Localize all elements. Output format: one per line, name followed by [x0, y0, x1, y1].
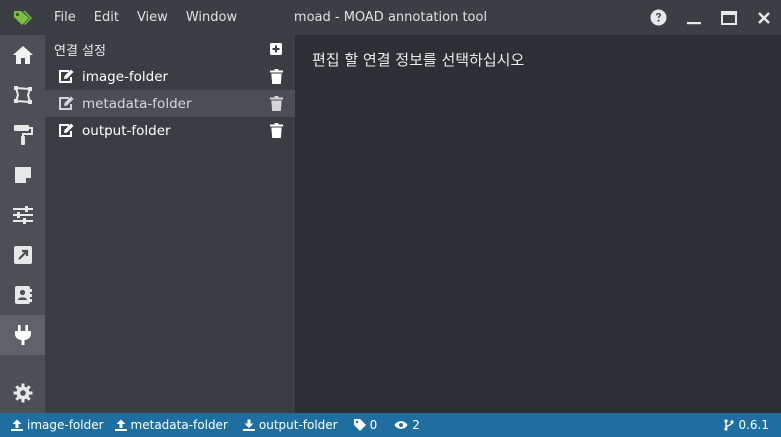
close-icon	[757, 11, 770, 24]
main-content: 편집 할 연결 정보를 선택하십시오	[295, 35, 781, 413]
git-branch-icon	[724, 419, 735, 431]
panel-header: 연결 설정	[45, 35, 295, 63]
shape-icon	[13, 86, 32, 104]
menu-bar: File Edit View Window	[45, 0, 246, 35]
minimize-icon	[686, 21, 701, 24]
help-icon	[650, 9, 667, 26]
upload-icon	[11, 419, 23, 431]
trash-icon[interactable]	[270, 123, 283, 138]
edit-icon[interactable]	[58, 123, 74, 138]
empty-selection-message: 편집 할 연결 정보를 선택하십시오	[312, 51, 525, 69]
status-tag-count-value: 0	[369, 418, 378, 432]
title-bar: File Edit View Window moad - MOAD annota…	[0, 0, 781, 35]
external-link-icon	[13, 246, 32, 264]
rail-home-button[interactable]	[0, 35, 45, 75]
status-output-folder[interactable]: output-folder	[242, 418, 338, 432]
version-label: 0.6.1	[738, 418, 769, 432]
status-version[interactable]: 0.6.1	[724, 413, 769, 437]
rail-export-button[interactable]	[0, 235, 45, 275]
rail-sliders-button[interactable]	[0, 195, 45, 235]
rail-paint-button[interactable]	[0, 115, 45, 155]
rail-settings-button[interactable]	[0, 373, 45, 413]
maximize-button[interactable]	[711, 0, 746, 35]
status-bar: image-folder metadata-folder output-fold…	[0, 413, 781, 437]
status-metadata-folder[interactable]: metadata-folder	[114, 418, 228, 432]
status-image-folder-label: image-folder	[27, 418, 104, 432]
tag-logo-icon	[0, 0, 45, 35]
connection-label: image-folder	[82, 68, 169, 85]
close-button[interactable]	[746, 0, 781, 35]
paint-roller-icon	[13, 125, 33, 145]
note-icon	[14, 167, 31, 183]
connection-item-image-folder[interactable]: image-folder	[45, 63, 295, 90]
rail-shape-button[interactable]	[0, 75, 45, 115]
window-controls	[641, 0, 781, 35]
gear-icon	[13, 383, 32, 403]
maximize-icon	[720, 10, 737, 25]
help-button[interactable]	[641, 0, 676, 35]
menu-file[interactable]: File	[45, 0, 85, 35]
activity-rail	[0, 35, 45, 413]
connection-item-metadata-folder[interactable]: metadata-folder	[45, 90, 295, 117]
upload-icon	[114, 419, 127, 431]
contact-book-icon	[14, 286, 32, 304]
add-connection-button[interactable]	[270, 43, 282, 55]
trash-icon[interactable]	[270, 69, 283, 84]
download-icon	[242, 419, 255, 431]
connection-label: output-folder	[82, 122, 171, 139]
panel-title: 연결 설정	[54, 43, 106, 59]
connection-settings-panel: 연결 설정 image-folder metadata-folder outpu…	[45, 35, 295, 413]
tag-icon	[353, 419, 366, 431]
rail-note-button[interactable]	[0, 155, 45, 195]
plus-square-icon	[270, 43, 282, 55]
connection-label: metadata-folder	[82, 95, 192, 112]
minimize-button[interactable]	[676, 0, 711, 35]
edit-icon[interactable]	[58, 96, 74, 111]
rail-connection-button[interactable]	[0, 315, 45, 355]
status-view-count[interactable]: 2	[394, 418, 420, 432]
status-image-folder[interactable]: image-folder	[11, 418, 104, 432]
plug-icon	[14, 325, 31, 345]
home-icon	[12, 46, 33, 64]
status-output-folder-label: output-folder	[258, 418, 338, 432]
trash-icon[interactable]	[270, 96, 283, 111]
menu-window[interactable]: Window	[177, 0, 246, 35]
sliders-icon	[12, 206, 33, 224]
eye-icon	[394, 420, 408, 430]
status-view-count-value: 2	[412, 418, 420, 432]
status-tag-count[interactable]: 0	[353, 418, 378, 432]
menu-view[interactable]: View	[128, 0, 177, 35]
connection-item-output-folder[interactable]: output-folder	[45, 117, 295, 144]
edit-icon[interactable]	[58, 69, 74, 84]
menu-edit[interactable]: Edit	[85, 0, 128, 35]
status-metadata-folder-label: metadata-folder	[130, 418, 228, 432]
rail-contacts-button[interactable]	[0, 275, 45, 315]
